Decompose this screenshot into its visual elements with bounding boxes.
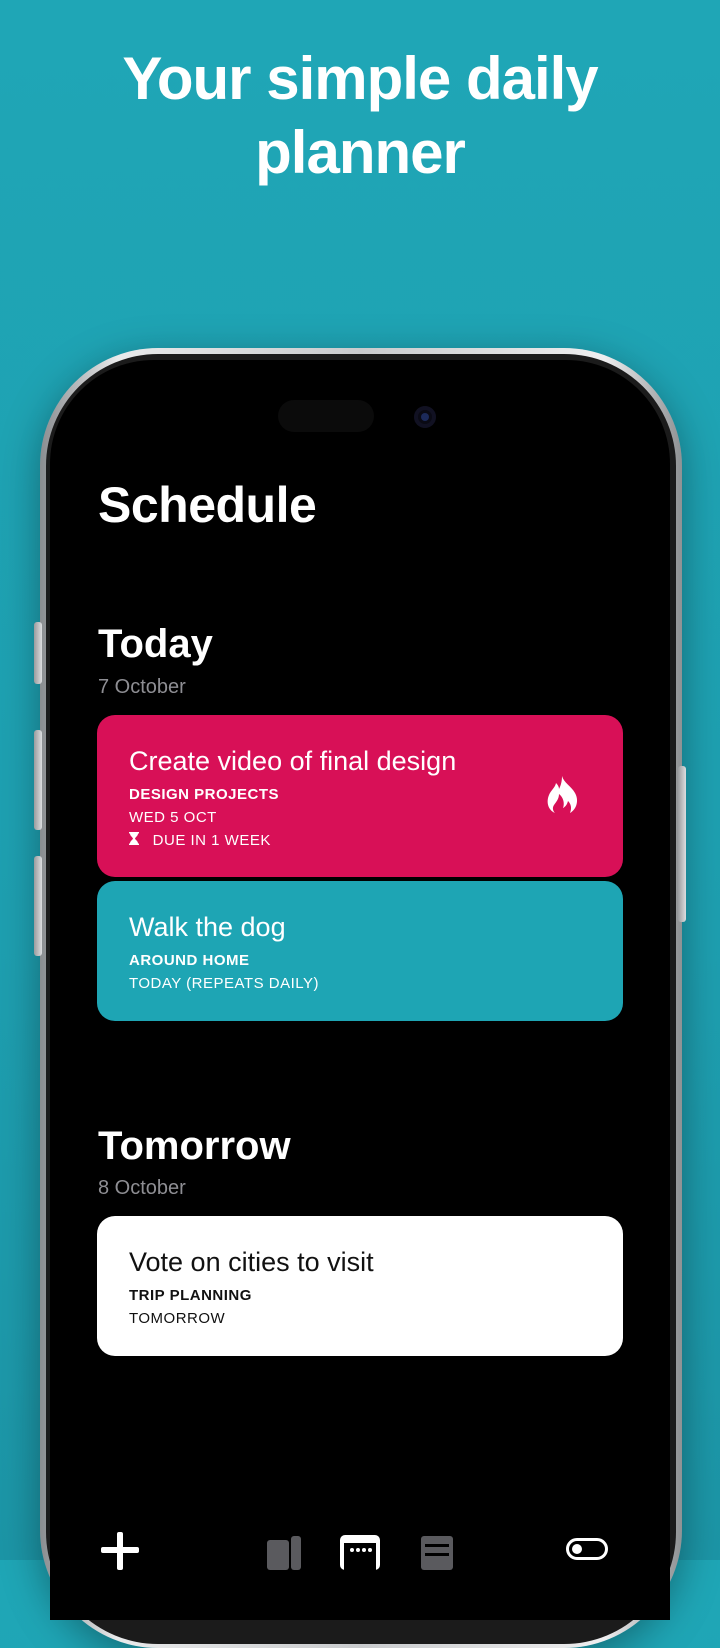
task-date: WED 5 OCT: [129, 809, 217, 826]
task-title: Create video of final design: [129, 746, 457, 776]
action-button: [34, 622, 42, 684]
task-date: TOMORROW: [129, 1310, 226, 1327]
task-due-row: DUE IN 1 WEEK: [129, 829, 591, 852]
volume-down-button: [34, 856, 42, 956]
headline-line-1: Your simple daily: [122, 45, 598, 112]
task-title: Walk the dog: [129, 912, 286, 942]
projects-icon[interactable]: [265, 1534, 303, 1570]
task-project: AROUND HOME: [129, 952, 250, 969]
phone-screen: Schedule Today 7 October Create video of…: [50, 360, 670, 1620]
task-date: TODAY (REPEATS DAILY): [129, 975, 319, 992]
toggle-icon[interactable]: [566, 1538, 608, 1560]
headline-line-2: planner: [255, 119, 466, 186]
calendar-icon[interactable]: [339, 1534, 381, 1570]
plus-icon[interactable]: [100, 1530, 140, 1570]
list-icon[interactable]: [420, 1534, 454, 1570]
section-title-today: Today: [98, 622, 213, 666]
task-project: DESIGN PROJECTS: [129, 786, 280, 803]
volume-up-button: [34, 730, 42, 830]
task-due: DUE IN 1 WEEK: [152, 832, 271, 849]
task-card-walk-dog[interactable]: Walk the dog AROUND HOME TODAY (REPEATS …: [97, 881, 623, 1021]
promo-headline: Your simple daily planner: [0, 42, 720, 190]
fire-icon: [547, 776, 578, 813]
hourglass-icon: [129, 832, 139, 845]
dynamic-island: [278, 400, 374, 432]
task-title: Vote on cities to visit: [129, 1247, 374, 1277]
screen-title: Schedule: [98, 477, 317, 533]
section-date-tomorrow: 8 October: [98, 1177, 186, 1199]
task-card-vote-cities[interactable]: Vote on cities to visit TRIP PLANNING TO…: [97, 1216, 623, 1356]
section-date-today: 7 October: [98, 676, 186, 698]
front-camera: [414, 406, 436, 428]
task-project: TRIP PLANNING: [129, 1287, 252, 1304]
power-button: [678, 766, 686, 922]
task-card-create-video[interactable]: Create video of final design DESIGN PROJ…: [97, 715, 623, 877]
section-title-tomorrow: Tomorrow: [98, 1124, 291, 1168]
